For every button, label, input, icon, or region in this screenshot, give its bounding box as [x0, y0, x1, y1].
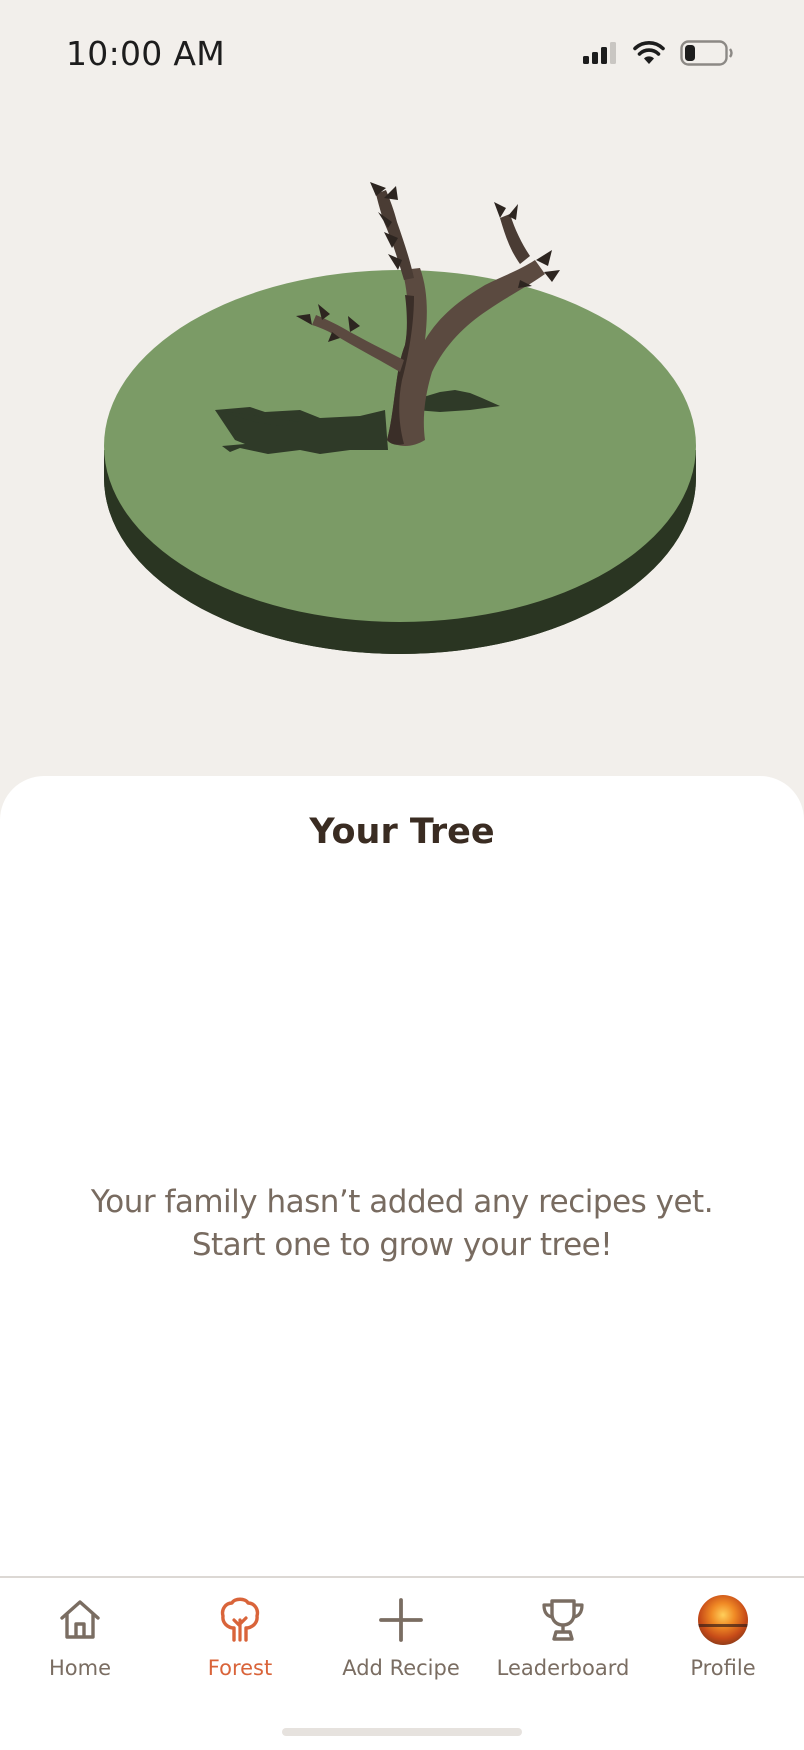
tab-home[interactable]: Home [0, 1594, 160, 1704]
home-indicator [282, 1728, 522, 1736]
tab-leaderboard[interactable]: Leaderboard [483, 1594, 643, 1704]
status-time: 10:00 AM [66, 34, 226, 73]
avatar [698, 1595, 748, 1645]
tab-leaderboard-label: Leaderboard [496, 1656, 630, 1680]
battery-icon [680, 40, 734, 70]
tree-sheet: Your Tree Your family hasn’t added any r… [0, 776, 804, 1576]
cellular-signal-icon [582, 41, 618, 69]
tab-forest[interactable]: Forest [160, 1594, 320, 1704]
trophy-icon [537, 1594, 589, 1646]
status-icons [582, 40, 734, 70]
tree-illustration [104, 182, 696, 654]
tab-add-recipe[interactable]: Add Recipe [321, 1594, 481, 1704]
wifi-icon [632, 40, 666, 70]
forest-screen: 10:00 AM Your Tree Your family hasn’t ad… [0, 0, 804, 1750]
tab-profile-label: Profile [690, 1656, 756, 1680]
tab-profile[interactable]: Profile [643, 1594, 803, 1704]
tab-forest-label: Forest [207, 1656, 273, 1680]
bottom-tab-bar: Home Forest Add Recipe Leaderboard Profi… [0, 1576, 804, 1750]
tab-add-recipe-label: Add Recipe [342, 1656, 460, 1680]
tree-scene [0, 110, 804, 780]
plus-icon [375, 1594, 427, 1646]
tree-icon [214, 1594, 266, 1646]
page-title: Your Tree [309, 812, 495, 852]
home-icon [54, 1594, 106, 1646]
empty-message-line2: Start one to grow your tree! [191, 1227, 613, 1263]
empty-message-line1: Your family hasn’t added any recipes yet… [90, 1184, 714, 1220]
empty-state-message: Your family hasn’t added any recipes yet… [60, 1181, 744, 1267]
tab-home-label: Home [48, 1656, 111, 1680]
status-bar: 10:00 AM [0, 0, 804, 110]
